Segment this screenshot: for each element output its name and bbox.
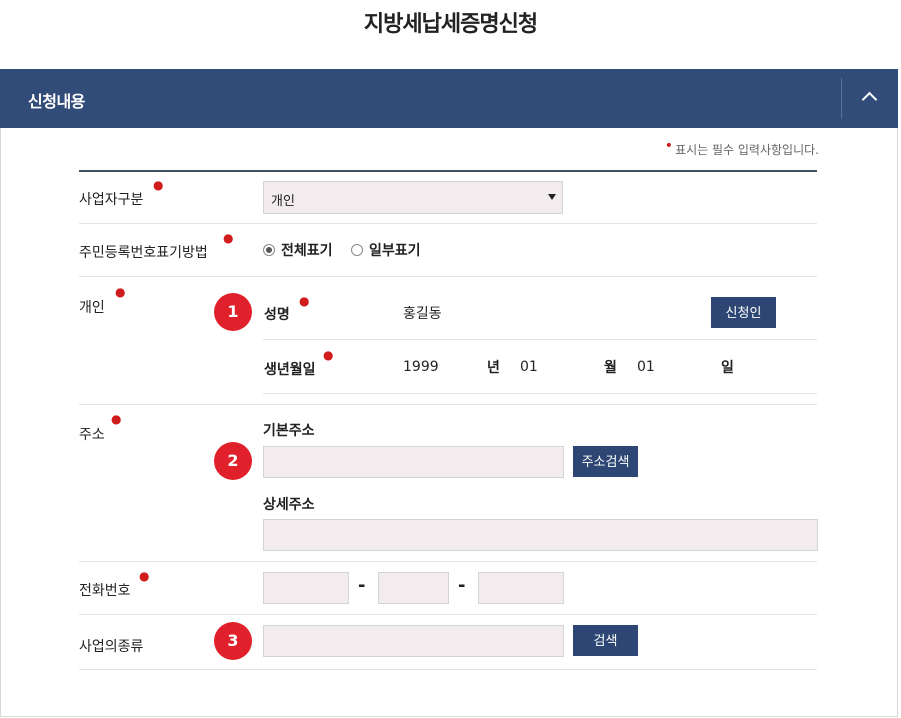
day-unit: 일	[721, 360, 734, 376]
id-display-label: 주민등록번호표기방법	[79, 245, 208, 261]
radio-partial-display[interactable]: 일부표기	[351, 240, 421, 260]
basic-address-input[interactable]	[263, 446, 564, 478]
required-mark: ●	[115, 285, 126, 299]
radio-unchecked-icon	[351, 244, 363, 256]
required-mark: ●	[111, 412, 122, 426]
required-note-text: 표시는 필수 입력사항입니다.	[675, 143, 819, 157]
name-label: 성명	[264, 307, 290, 323]
required-dot-icon: •	[664, 138, 674, 154]
step-badge-2: 2	[214, 442, 252, 480]
required-mark: ●	[139, 569, 150, 583]
name-value: 홍길동	[403, 306, 442, 322]
row-divider	[263, 339, 817, 340]
radio-checked-icon	[263, 244, 275, 256]
address-search-button[interactable]: 주소검색	[573, 446, 638, 477]
phone-part1-input[interactable]	[263, 572, 349, 604]
business-kind-search-button[interactable]: 검색	[573, 625, 638, 656]
individual-label: 개인	[79, 300, 105, 316]
row-divider	[263, 393, 817, 394]
phone-part3-input[interactable]	[478, 572, 564, 604]
radio-full-label: 전체표기	[281, 243, 333, 259]
dropdown-arrow-icon	[548, 194, 556, 200]
year-unit: 년	[487, 360, 500, 376]
collapse-button[interactable]	[841, 78, 898, 119]
detail-address-input[interactable]	[263, 519, 818, 551]
required-mark: ●	[323, 348, 334, 362]
birth-month-value: 01	[520, 359, 538, 375]
row-divider	[79, 614, 817, 615]
address-label: 주소	[79, 427, 105, 443]
basic-address-label: 기본주소	[263, 423, 315, 439]
phone-separator: -	[458, 575, 466, 596]
business-type-select[interactable]: 개인	[263, 181, 563, 214]
row-divider	[79, 404, 817, 405]
business-kind-input[interactable]	[263, 625, 564, 657]
business-kind-label: 사업의종류	[79, 639, 144, 655]
section-title: 신청내용	[28, 92, 85, 111]
row-divider	[79, 669, 817, 670]
section-header: 신청내용	[0, 69, 898, 128]
required-mark: ●	[153, 178, 164, 192]
row-divider	[79, 276, 817, 277]
birth-day-value: 01	[637, 359, 655, 375]
phone-label: 전화번호	[79, 583, 131, 599]
page-title: 지방세납세증명신청	[363, 12, 538, 37]
phone-part2-input[interactable]	[378, 572, 449, 604]
detail-address-label: 상세주소	[263, 497, 315, 513]
step-badge-1: 1	[214, 293, 252, 331]
applicant-button[interactable]: 신청인	[711, 297, 776, 328]
birth-label: 생년월일	[264, 362, 316, 378]
form-top-rule	[79, 170, 817, 172]
required-mark: ●	[299, 294, 310, 308]
required-note: • 표시는 필수 입력사항입니다.	[664, 138, 819, 158]
business-type-label: 사업자구분	[79, 192, 144, 208]
radio-full-display[interactable]: 전체표기	[263, 240, 333, 260]
birth-year-value: 1999	[403, 359, 439, 375]
chevron-up-icon	[861, 91, 878, 108]
step-badge-3: 3	[214, 622, 252, 660]
row-divider	[79, 223, 817, 224]
month-unit: 월	[604, 360, 617, 376]
phone-separator: -	[358, 575, 366, 596]
business-type-value: 개인	[271, 194, 295, 209]
radio-partial-label: 일부표기	[369, 243, 421, 259]
row-divider	[79, 561, 817, 562]
required-mark: ●	[223, 231, 234, 245]
